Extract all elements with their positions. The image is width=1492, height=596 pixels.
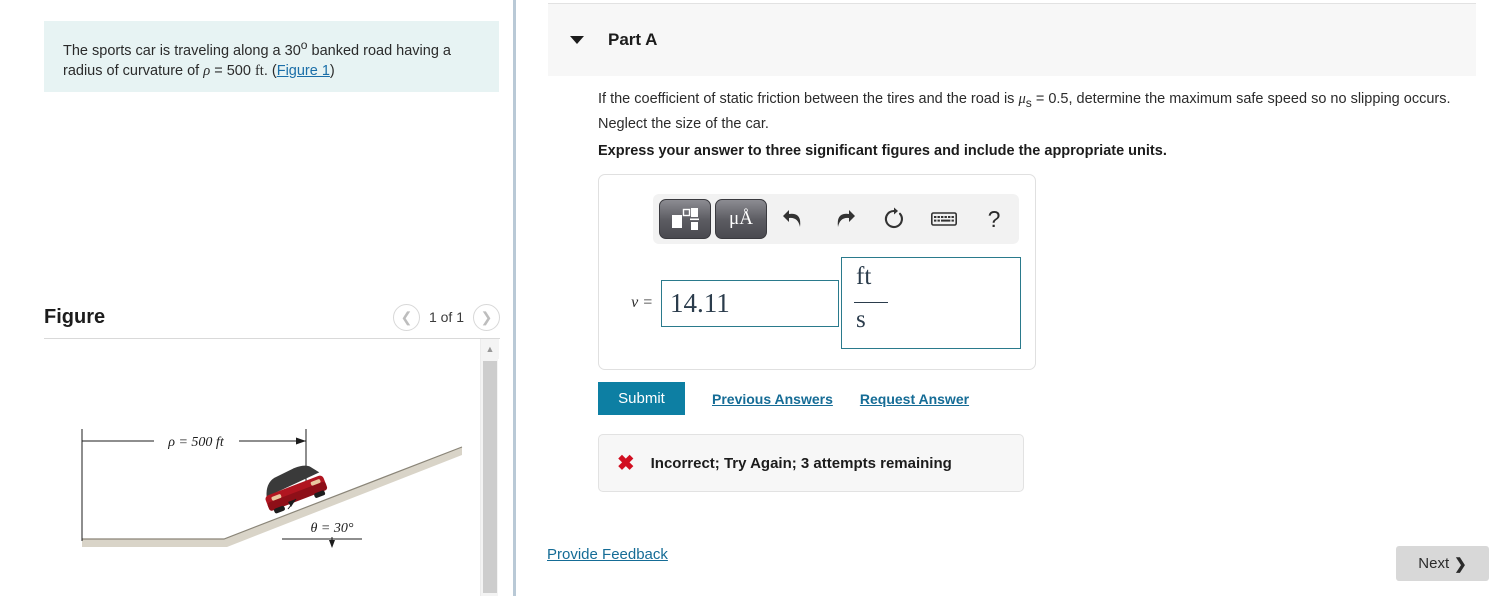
provide-feedback-link[interactable]: Provide Feedback — [547, 546, 668, 563]
rho-value: = 500 — [210, 62, 255, 79]
action-row: Submit Previous Answers Request Answer — [598, 382, 969, 415]
banked-road-diagram: ρ = 500 ft θ = 30° — [81, 429, 463, 548]
chevron-right-icon: ❯ — [1454, 555, 1467, 573]
keyboard-icon[interactable] — [921, 199, 967, 239]
figure-1-link[interactable]: Figure 1 — [277, 63, 330, 79]
figure-radius-label: ρ = 500 ft — [167, 435, 225, 450]
units-button[interactable]: μÅ — [715, 199, 767, 239]
instruction-text: Express your answer to three significant… — [598, 143, 1167, 159]
x-mark-icon: ✖ — [617, 451, 635, 475]
figure-title: Figure — [44, 305, 106, 328]
unit-denominator: s — [856, 306, 866, 333]
next-label: Next — [1418, 555, 1450, 572]
next-button[interactable]: Next ❯ — [1396, 546, 1489, 581]
unit-numerator: ft — [856, 263, 872, 290]
answer-value-input[interactable]: 14.11 — [661, 279, 839, 327]
answer-units-input[interactable]: ft s — [841, 257, 1021, 349]
fraction-bar — [854, 302, 888, 303]
feedback-message: Incorrect; Try Again; 3 attempts remaini… — [650, 454, 952, 472]
variable-label: v = — [631, 294, 653, 311]
answer-panel: Part A If the coefficient of static fric… — [516, 0, 1492, 596]
figure-scrollbar[interactable]: ▲ — [480, 339, 499, 596]
math-templates-icon[interactable] — [659, 199, 711, 239]
figure-angle-label: θ = 30° — [311, 521, 354, 536]
feedback-banner: ✖ Incorrect; Try Again; 3 attempts remai… — [598, 434, 1024, 492]
question-text: If the coefficient of static friction be… — [598, 89, 1478, 135]
math-toolbar: μÅ ? — [653, 194, 1019, 244]
reset-circular-arrow-icon[interactable] — [871, 199, 917, 239]
problem-panel: The sports car is traveling along a 30o … — [0, 0, 514, 596]
previous-answers-link[interactable]: Previous Answers — [712, 391, 833, 407]
unit-ft: ft — [254, 62, 264, 79]
chevron-left-icon[interactable]: ❮ — [392, 303, 420, 331]
request-answer-link[interactable]: Request Answer — [860, 391, 969, 407]
problem-statement: The sports car is traveling along a 30o … — [44, 21, 499, 92]
question-text-1: If the coefficient of static friction be… — [598, 91, 1019, 107]
chevron-right-icon[interactable]: ❯ — [473, 303, 500, 331]
problem-text-1: The sports car is traveling along a 30 — [63, 42, 301, 59]
figure-counter: 1 of 1 — [428, 309, 464, 325]
problem-text-3: . ( — [263, 62, 277, 79]
part-title: Part A — [608, 30, 658, 49]
figure-navigation: ❮ 1 of 1 ❯ — [392, 303, 500, 331]
answer-input-container: μÅ ? v = 14.11 ft s — [598, 174, 1036, 370]
caret-down-icon[interactable] — [570, 36, 584, 44]
redo-arrow-icon[interactable] — [821, 199, 867, 239]
caret-up-icon[interactable]: ▲ — [481, 339, 499, 359]
help-icon[interactable]: ? — [971, 199, 1017, 239]
exercise-page: The sports car is traveling along a 30o … — [0, 0, 1492, 596]
scrollbar-thumb[interactable] — [483, 361, 497, 593]
submit-button[interactable]: Submit — [598, 382, 685, 415]
undo-arrow-icon[interactable] — [771, 199, 817, 239]
figure-header: Figure ❮ 1 of 1 ❯ — [44, 296, 500, 338]
answer-row: v = 14.11 ft s — [615, 257, 1021, 349]
units-label: μÅ — [729, 208, 753, 229]
figure-viewport: ρ = 500 ft θ = 30° — [44, 339, 484, 596]
mu-symbol: μ — [1018, 91, 1026, 107]
problem-text-4: ) — [329, 62, 335, 79]
part-a-header[interactable]: Part A — [548, 3, 1476, 76]
